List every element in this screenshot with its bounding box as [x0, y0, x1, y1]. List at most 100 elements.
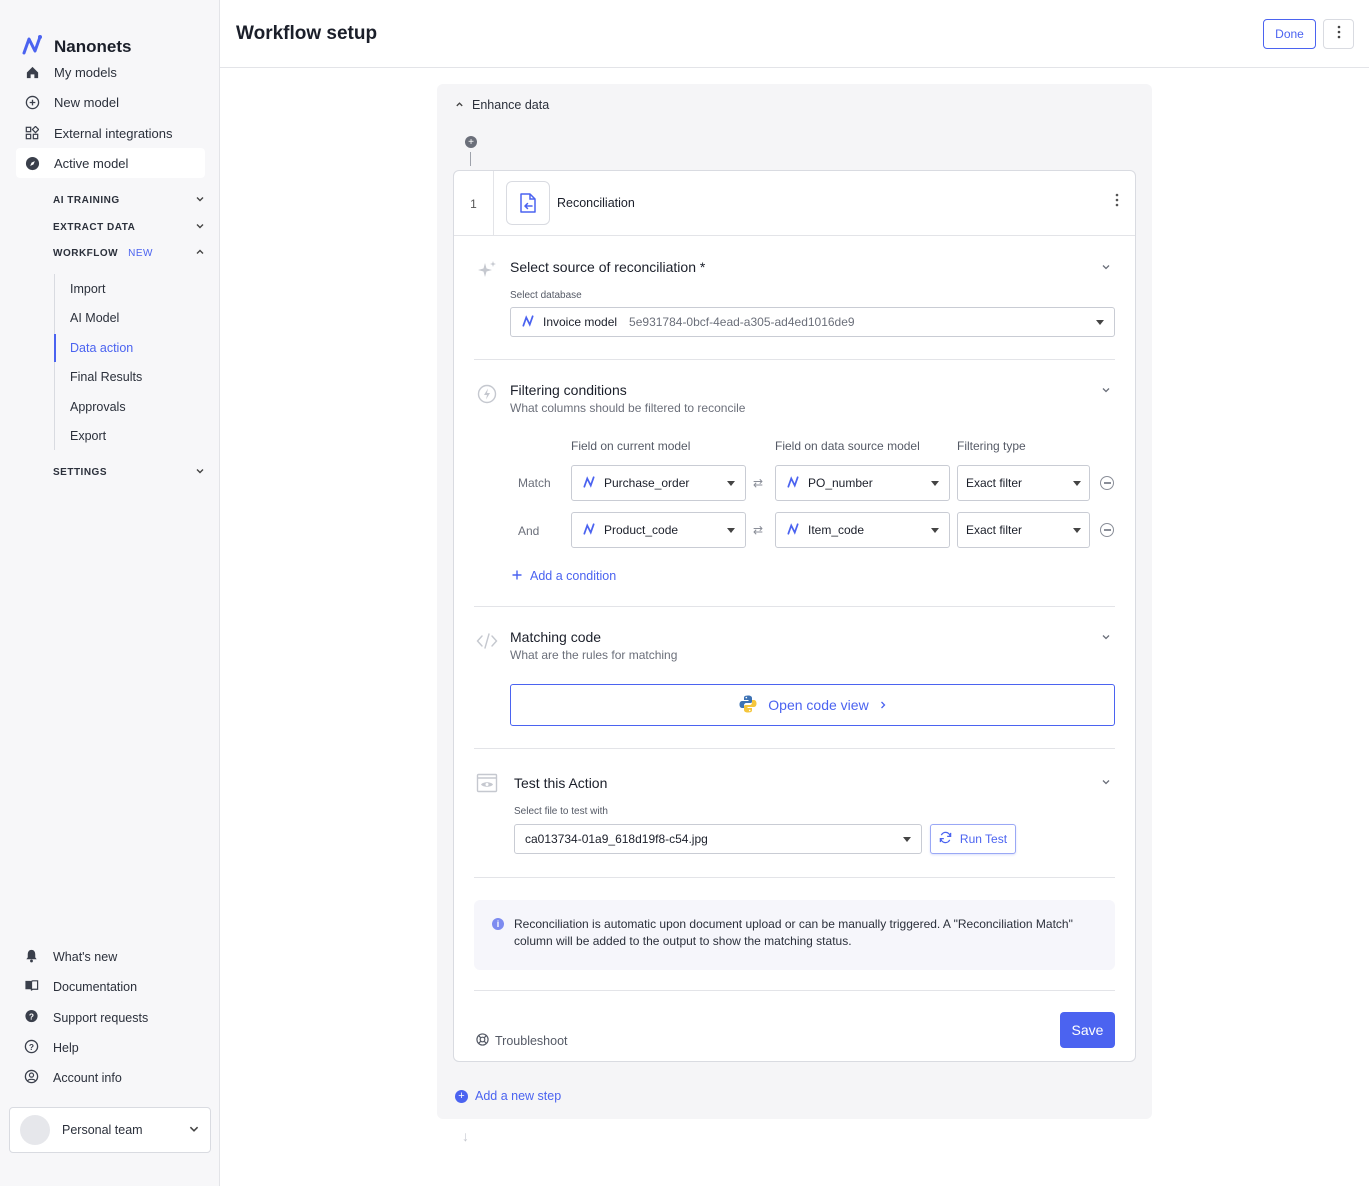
chevron-up-icon	[455, 98, 464, 112]
divider	[474, 359, 1115, 360]
subnav-approvals[interactable]: Approvals	[70, 400, 126, 414]
database-select[interactable]: Invoice model 5e931784-0bcf-4ead-a305-ad…	[510, 307, 1115, 337]
sidebar-whats-new[interactable]: What's new	[24, 948, 117, 966]
brand[interactable]: Nanonets	[20, 33, 131, 60]
run-test-button[interactable]: Run Test	[930, 824, 1016, 854]
refresh-icon	[939, 831, 952, 847]
svg-text:?: ?	[29, 1042, 34, 1052]
brand-name: Nanonets	[54, 36, 132, 56]
caret-down-icon	[903, 836, 911, 842]
add-step-label: Add a new step	[475, 1089, 562, 1103]
remove-condition-icon[interactable]	[1100, 476, 1114, 490]
caret-down-icon	[1073, 480, 1081, 486]
chevron-up-icon	[195, 247, 205, 260]
current-field-select[interactable]: Product_code	[571, 512, 746, 548]
row-label: Match	[518, 476, 551, 490]
caret-down-icon	[727, 527, 735, 533]
matching-title: Matching code	[510, 629, 602, 645]
divider	[474, 606, 1115, 607]
field-value: Product_code	[604, 523, 679, 537]
step-title: Reconciliation	[557, 196, 635, 210]
page-title: Workflow setup	[236, 23, 378, 44]
caret-down-icon	[931, 480, 939, 486]
sidebar: Nanonets My models New model External in…	[0, 0, 220, 1186]
section-label: SETTINGS	[53, 467, 108, 478]
section-settings[interactable]: SETTINGS	[53, 466, 205, 479]
add-step-button[interactable]: + Add a new step	[455, 1089, 561, 1103]
open-code-view-button[interactable]: Open code view	[510, 684, 1115, 726]
sidebar-support-requests[interactable]: ? Support requests	[24, 1009, 148, 1027]
sidebar-item-label: My models	[54, 64, 117, 80]
active-indicator	[54, 334, 56, 362]
plus-circle-icon: +	[455, 1089, 468, 1103]
more-options-button[interactable]	[1323, 19, 1354, 49]
lightning-icon	[476, 383, 498, 405]
subnav-ai-model[interactable]: AI Model	[70, 311, 119, 325]
chevron-down-icon[interactable]	[1101, 632, 1111, 645]
add-condition-button[interactable]: Add a condition	[512, 569, 616, 583]
test-file-select[interactable]: ca013734-01a9_618d19f8-c54.jpg	[514, 824, 922, 854]
source-field-select[interactable]: PO_number	[775, 465, 950, 501]
sidebar-item-new-model[interactable]: New model	[16, 87, 205, 117]
chevron-down-icon[interactable]	[1101, 262, 1111, 275]
plus-icon	[512, 569, 522, 583]
sidebar-item-my-models[interactable]: My models	[16, 57, 205, 87]
source-title: Select source of reconciliation *	[510, 259, 706, 275]
insert-step-icon[interactable]: +	[465, 136, 477, 148]
swap-arrows-icon: ⇄	[753, 523, 764, 537]
filter-type-select[interactable]: Exact filter	[957, 465, 1090, 501]
section-ai-training[interactable]: AI TRAINING	[53, 194, 205, 207]
col-current-model: Field on current model	[571, 439, 691, 453]
select-database-label: Select database	[510, 290, 582, 301]
sidebar-item-external-integrations[interactable]: External integrations	[16, 118, 205, 148]
test-file-value: ca013734-01a9_618d19f8-c54.jpg	[525, 832, 708, 846]
save-button[interactable]: Save	[1060, 1012, 1115, 1048]
sidebar-item-label: What's new	[53, 950, 118, 964]
workflow-panel: Enhance data + 1 Reconciliation Select s…	[437, 84, 1152, 1119]
nanonets-logo-icon	[786, 522, 800, 539]
filter-type-select[interactable]: Exact filter	[957, 512, 1090, 548]
book-icon	[24, 978, 39, 996]
filtering-title: Filtering conditions	[510, 382, 627, 398]
sidebar-item-label: Help	[53, 1041, 79, 1055]
header: Workflow setup Done	[220, 0, 1369, 68]
reconciliation-card: 1 Reconciliation Select source of reconc…	[453, 170, 1136, 1062]
enhance-data-toggle[interactable]: Enhance data	[455, 98, 549, 112]
kebab-icon	[1337, 25, 1341, 44]
team-switcher[interactable]: Personal team	[9, 1107, 211, 1153]
open-code-view-label: Open code view	[768, 697, 869, 713]
subnav-import[interactable]: Import	[70, 282, 105, 296]
caret-down-icon	[931, 527, 939, 533]
eye-window-icon	[476, 772, 498, 794]
current-field-select[interactable]: Purchase_order	[571, 465, 746, 501]
svg-text:?: ?	[29, 1011, 34, 1021]
subnav-data-action[interactable]: Data action	[70, 341, 133, 355]
section-extract-data[interactable]: EXTRACT DATA	[53, 221, 205, 234]
chevron-down-icon[interactable]	[1101, 385, 1111, 398]
step-kebab-icon[interactable]	[1115, 193, 1119, 212]
sidebar-account-info[interactable]: Account info	[24, 1069, 122, 1087]
field-value: Purchase_order	[604, 476, 690, 490]
subnav-export[interactable]: Export	[70, 429, 106, 443]
sidebar-help[interactable]: ? Help	[24, 1039, 79, 1057]
troubleshoot-link[interactable]: Troubleshoot	[476, 1033, 568, 1049]
code-icon	[476, 630, 498, 652]
col-filtering-type: Filtering type	[957, 439, 1026, 453]
done-button[interactable]: Done	[1263, 19, 1316, 49]
section-workflow[interactable]: WORKFLOW NEW	[53, 247, 205, 260]
source-field-select[interactable]: Item_code	[775, 512, 950, 548]
nanonets-logo-icon	[786, 475, 800, 492]
sidebar-item-active-model[interactable]: Active model	[16, 148, 205, 178]
caret-down-icon	[1073, 527, 1081, 533]
python-icon	[738, 694, 758, 717]
sidebar-documentation[interactable]: Documentation	[24, 978, 137, 996]
arrow-down-icon: ↓	[462, 1128, 469, 1144]
subnav-final-results[interactable]: Final Results	[70, 370, 142, 384]
divider	[474, 877, 1115, 878]
avatar	[20, 1115, 50, 1145]
test-title: Test this Action	[514, 775, 608, 791]
sidebar-item-label: Account info	[53, 1071, 122, 1085]
remove-condition-icon[interactable]	[1100, 523, 1114, 537]
bell-icon	[24, 948, 39, 966]
chevron-down-icon[interactable]	[1101, 777, 1111, 790]
